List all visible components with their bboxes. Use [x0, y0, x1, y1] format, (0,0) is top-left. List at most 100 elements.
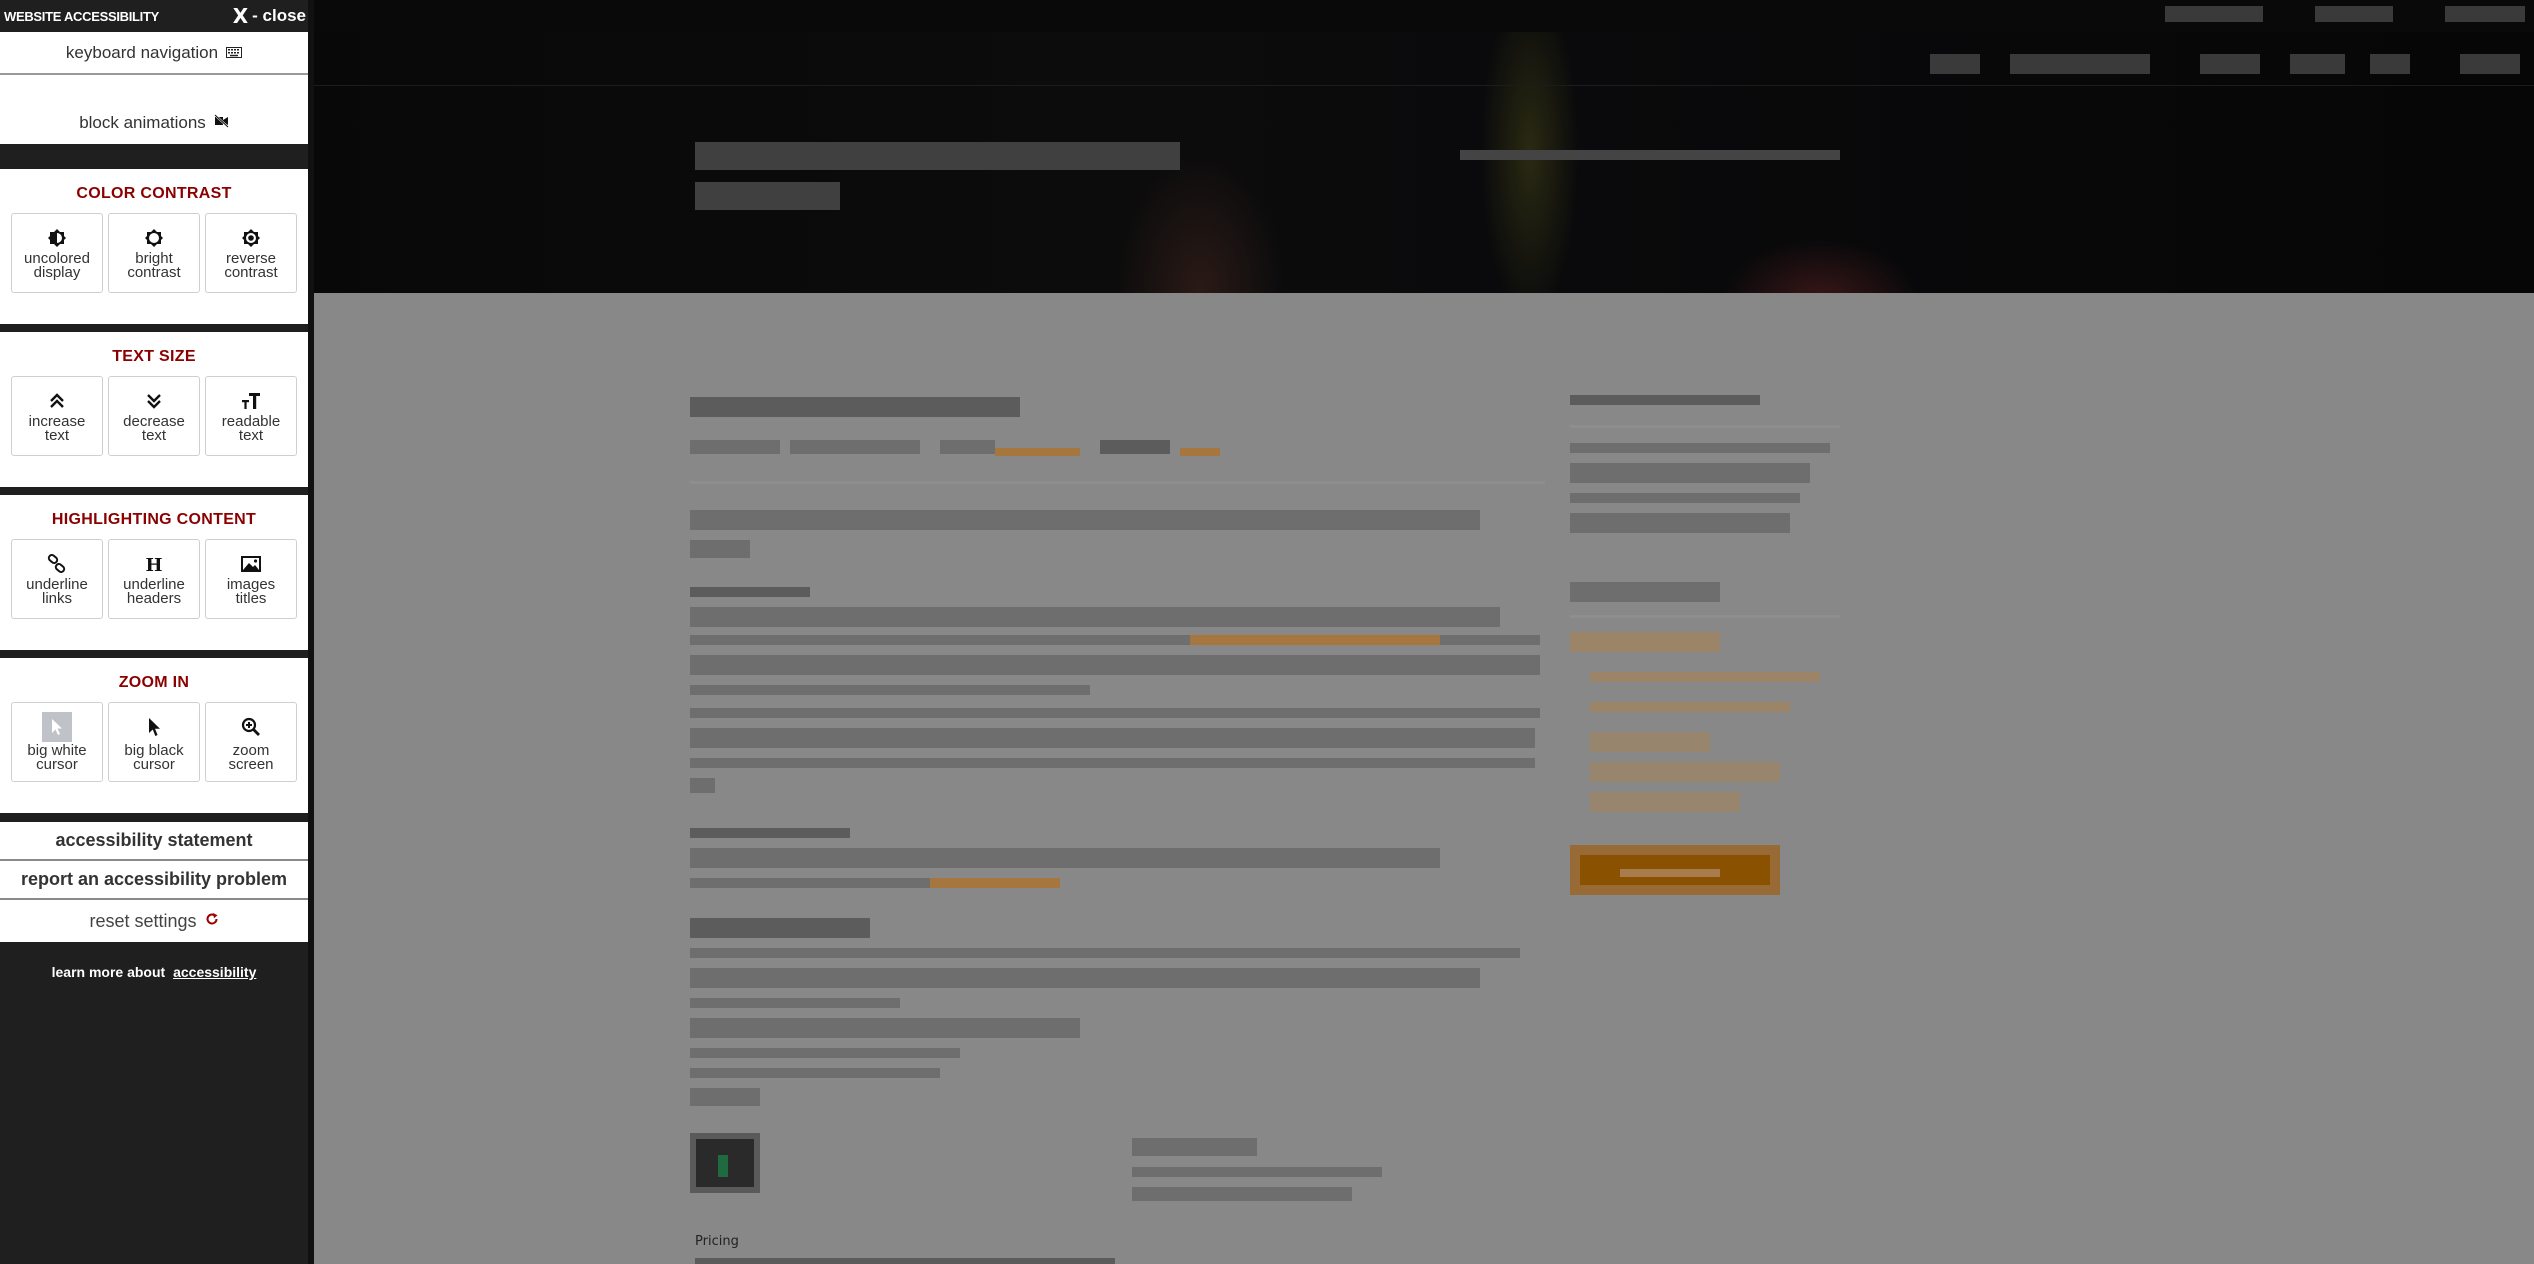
text-size-section: TEXT SIZE increase text decrease text re…	[0, 332, 308, 487]
increase-text-button[interactable]: increase text	[11, 376, 103, 456]
color-contrast-section: COLOR CONTRAST uncolored display bright …	[0, 169, 308, 324]
author-bio	[1132, 1187, 1352, 1201]
underline-links-button[interactable]: underline links	[11, 539, 103, 619]
nav-item[interactable]	[2010, 54, 2150, 74]
article-paragraph	[690, 685, 1090, 695]
article-meta-link[interactable]	[1180, 448, 1220, 456]
utility-link[interactable]	[2315, 6, 2393, 22]
article-meta	[690, 440, 780, 454]
keyboard-navigation-button[interactable]: keyboard navigation	[0, 32, 308, 75]
sidebar-heading	[1570, 582, 1720, 602]
section-title: TEXT SIZE	[112, 348, 196, 365]
accessibility-panel: WEBSITE ACCESSIBILITY X - close keyboard…	[0, 0, 308, 1264]
uncolored-display-button[interactable]: uncolored display	[11, 213, 103, 293]
nav-item[interactable]	[1930, 54, 1980, 74]
close-button[interactable]: X - close	[233, 4, 306, 28]
images-titles-button[interactable]: images titles	[205, 539, 297, 619]
option-label: cursor	[133, 756, 175, 773]
article-list-item	[690, 1088, 760, 1106]
article-inline-link[interactable]	[930, 878, 1060, 888]
block-animations-button[interactable]: block animations	[0, 75, 308, 144]
double-chevron-up-icon	[46, 390, 68, 412]
article-inline-link[interactable]	[1190, 635, 1440, 645]
pricing-label: Pricing	[695, 1234, 739, 1249]
article-paragraph	[690, 878, 930, 888]
section-title: ZOOM IN	[118, 674, 190, 691]
article-meta	[940, 440, 995, 454]
zoom-in-icon	[236, 712, 266, 742]
decrease-text-button[interactable]: decrease text	[108, 376, 200, 456]
divider	[1570, 425, 1840, 428]
sidebar-link[interactable]	[1570, 632, 1720, 652]
option-label: contrast	[224, 263, 278, 281]
utility-link[interactable]	[2445, 6, 2525, 22]
half-contrast-icon	[46, 227, 68, 249]
image-icon	[240, 553, 262, 575]
option-label: display	[33, 263, 81, 281]
keyboard-navigation-label: keyboard navigation	[65, 42, 219, 62]
article-meta	[790, 440, 920, 454]
nav-item[interactable]	[2460, 54, 2520, 74]
sidebar-link[interactable]	[1590, 732, 1710, 752]
option-label: text	[44, 426, 70, 444]
sidebar-link[interactable]	[1590, 702, 1790, 712]
top-utility-bar	[0, 0, 2534, 32]
utility-link[interactable]	[2165, 6, 2263, 22]
article-subheading	[690, 828, 850, 838]
option-label: links	[41, 589, 72, 607]
report-problem-link[interactable]: report an accessibility problem	[0, 861, 308, 900]
cta-label	[1620, 869, 1720, 877]
readable-text-button[interactable]: readable text	[205, 376, 297, 456]
section-title: COLOR CONTRAST	[76, 185, 232, 202]
sidebar-cta-button[interactable]	[1570, 845, 1780, 895]
learn-more: learn more about accessibility	[0, 964, 308, 980]
article-intro	[690, 540, 750, 558]
sidebar-link[interactable]	[1590, 792, 1740, 812]
reverse-contrast-button[interactable]: reverse contrast	[205, 213, 297, 293]
block-animations-label: block animations	[79, 112, 206, 132]
article-paragraph	[690, 708, 1540, 718]
big-black-cursor-button[interactable]: big black cursor	[108, 702, 200, 782]
close-icon: X	[232, 4, 249, 28]
article-subheading	[690, 587, 810, 597]
nav-item[interactable]	[2290, 54, 2345, 74]
sidebar-link[interactable]	[1590, 762, 1780, 782]
article-paragraph	[690, 728, 1535, 748]
option-label: contrast	[127, 263, 181, 281]
article-list-item	[690, 998, 900, 1008]
author-avatar	[690, 1133, 760, 1193]
article-paragraph	[690, 607, 1500, 627]
nav-item[interactable]	[2200, 54, 2260, 74]
sidebar-text	[1570, 493, 1800, 503]
learn-more-accessibility-link[interactable]: accessibility	[173, 964, 256, 980]
hero-title-line	[695, 142, 1180, 170]
bright-contrast-button[interactable]: bright contrast	[108, 213, 200, 293]
article-intro	[690, 510, 1480, 530]
article-subheading	[690, 918, 870, 938]
reset-settings-button[interactable]: reset settings	[0, 900, 308, 942]
article-paragraph	[690, 655, 1540, 675]
article-paragraph	[690, 635, 1190, 645]
option-label: screen	[228, 756, 274, 773]
video-off-icon	[214, 113, 229, 133]
header-icon: H	[143, 553, 165, 575]
option-label: cursor	[36, 756, 78, 773]
divider	[690, 481, 1545, 484]
refresh-icon	[205, 912, 219, 931]
panel-gap	[0, 813, 308, 822]
learn-more-text: learn more about	[51, 964, 166, 980]
keyboard-icon	[226, 43, 243, 63]
article-meta-link[interactable]	[995, 448, 1080, 456]
sidebar-text	[1570, 513, 1790, 533]
sidebar-link[interactable]	[1590, 672, 1820, 682]
article-paragraph	[690, 778, 715, 793]
underline-headers-button[interactable]: H underline headers	[108, 539, 200, 619]
big-white-cursor-button[interactable]: big white cursor	[11, 702, 103, 782]
hero-title-line	[695, 182, 840, 210]
link-icon	[46, 553, 68, 575]
nav-item[interactable]	[2370, 54, 2410, 74]
zoom-screen-button[interactable]: zoom screen	[205, 702, 297, 782]
accessibility-statement-link[interactable]: accessibility statement	[0, 822, 308, 861]
article-meta	[1100, 440, 1170, 454]
hero-breadcrumb	[1460, 150, 1840, 160]
